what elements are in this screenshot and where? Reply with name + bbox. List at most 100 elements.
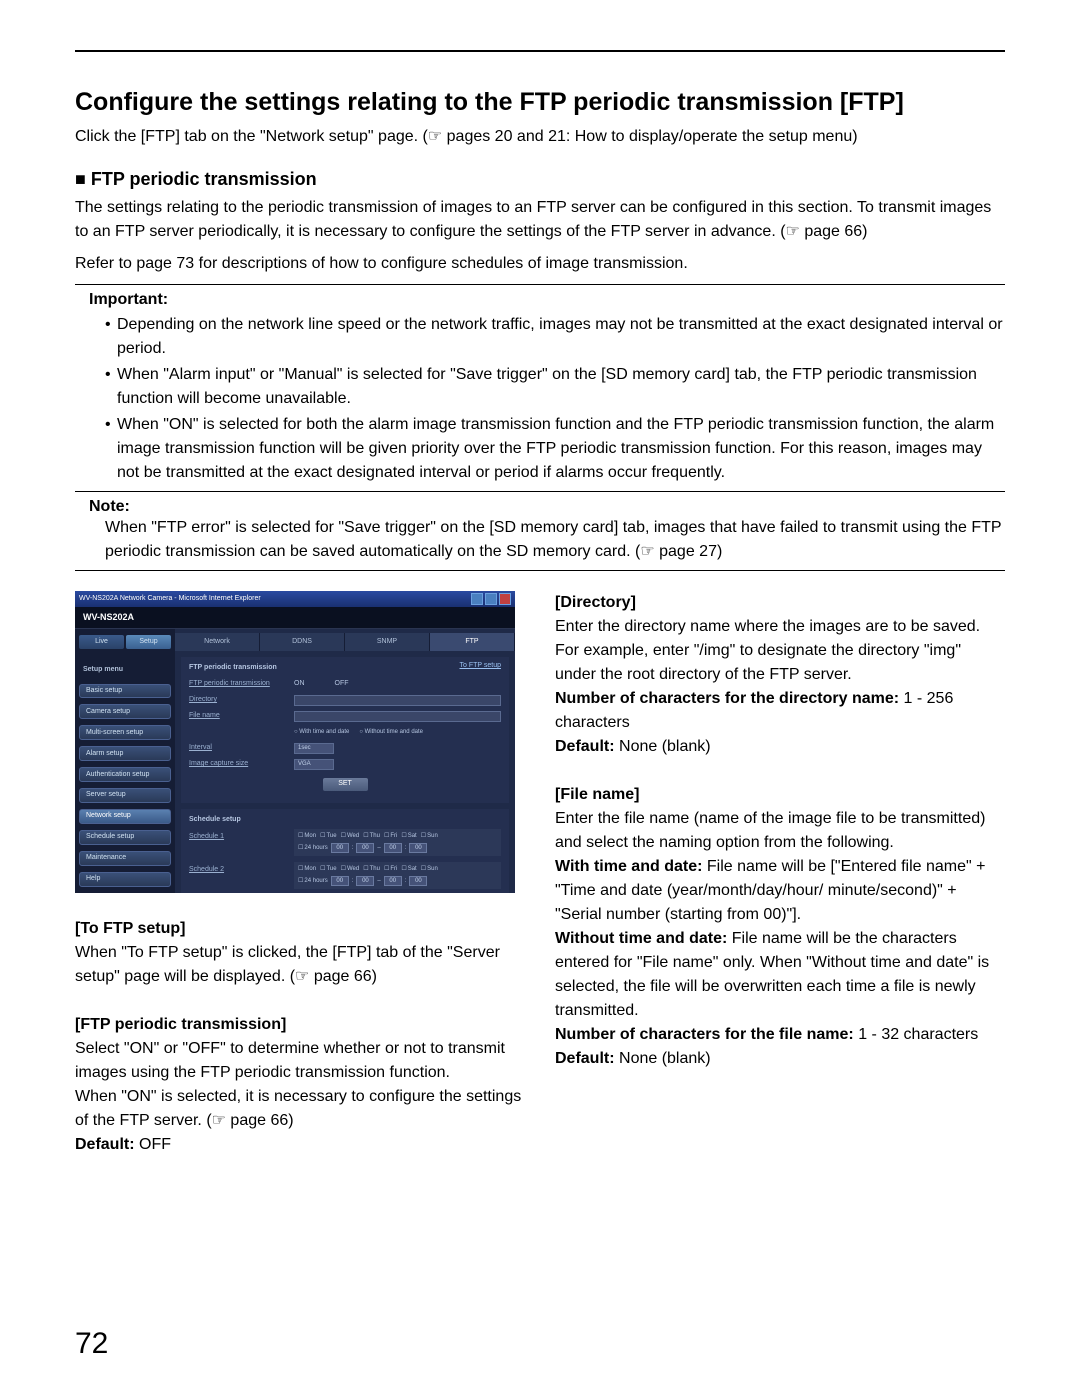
heading-ftp-periodic: [FTP periodic transmission]	[75, 1013, 525, 1037]
ss-sidebar-item[interactable]: Help	[79, 872, 171, 887]
heading-to-ftp-setup: [To FTP setup]	[75, 917, 525, 941]
ss-row-label[interactable]: Image capture size	[189, 759, 294, 770]
default-line: Default: OFF	[75, 1133, 525, 1157]
ss-radio-with-date[interactable]: With time and date	[294, 728, 349, 737]
ss-sidebar-item[interactable]: Basic setup	[79, 684, 171, 699]
ss-sidebar-item[interactable]: Multi-screen setup	[79, 725, 171, 740]
ss-time-select[interactable]: 00	[356, 876, 374, 886]
sub-title-text: FTP periodic transmission	[91, 169, 317, 189]
ss-day-checkbox[interactable]: Sat	[401, 865, 416, 874]
ss-day-checkbox[interactable]: Thu	[363, 865, 380, 874]
ss-setup-menu-label: Setup menu	[79, 663, 171, 678]
para-directory-1: Enter the directory name where the image…	[555, 615, 1005, 639]
numchars-dir-line: Number of characters for the directory n…	[555, 687, 1005, 735]
ss-day-checkbox[interactable]: Thu	[363, 832, 380, 841]
ss-time-select[interactable]: 00	[356, 843, 374, 853]
default-value: None (blank)	[615, 1050, 711, 1067]
para-filename-1: Enter the file name (name of the image f…	[555, 807, 1005, 855]
numchars-dir-label: Number of characters for the directory n…	[555, 690, 899, 707]
default-line: Default: None (blank)	[555, 735, 1005, 759]
ss-interval-select[interactable]: 1sec	[294, 743, 334, 754]
ss-to-ftp-link[interactable]: To FTP setup	[459, 661, 501, 672]
ss-filename-input[interactable]	[294, 711, 501, 722]
ss-time-select[interactable]: 00	[409, 843, 427, 853]
ss-sidebar-item[interactable]: Authentication setup	[79, 767, 171, 782]
minimize-icon[interactable]	[471, 593, 483, 605]
ss-schedule-label[interactable]: Schedule 2	[189, 862, 294, 876]
without-label: Without time and date:	[555, 930, 727, 947]
ss-row-label[interactable]: Directory	[189, 695, 294, 706]
ss-sidebar-item-active[interactable]: Network setup	[79, 809, 171, 824]
ss-tab-snmp[interactable]: SNMP	[345, 633, 430, 651]
maximize-icon[interactable]	[485, 593, 497, 605]
para-ftp-periodic-2: When "ON" is selected, it is necessary t…	[75, 1085, 525, 1133]
important-item: When "Alarm input" or "Manual" is select…	[105, 363, 1005, 411]
default-line: Default: None (blank)	[555, 1047, 1005, 1071]
ss-sidebar-item[interactable]: Maintenance	[79, 851, 171, 866]
ss-radio-on[interactable]: ON	[294, 679, 305, 690]
ss-24h-checkbox[interactable]: 24 hours	[298, 877, 328, 886]
default-value: OFF	[135, 1136, 171, 1153]
ss-sidebar-item[interactable]: Schedule setup	[79, 830, 171, 845]
ss-tab-ddns[interactable]: DDNS	[260, 633, 345, 651]
ss-directory-input[interactable]	[294, 695, 501, 706]
ss-day-checkbox[interactable]: Tue	[320, 865, 337, 874]
important-list: Depending on the network line speed or t…	[75, 313, 1005, 485]
heading-directory: [Directory]	[555, 591, 1005, 615]
ss-schedule-label[interactable]: Schedule 1	[189, 829, 294, 843]
ss-set-button[interactable]: SET	[323, 778, 368, 791]
ss-row-label[interactable]: File name	[189, 711, 294, 722]
subsection-title: ■ FTP periodic transmission	[75, 169, 1005, 190]
ss-time-select[interactable]: 00	[331, 876, 349, 886]
ss-day-checkbox[interactable]: Sun	[421, 832, 438, 841]
ss-time-select[interactable]: 00	[331, 843, 349, 853]
ss-day-checkbox[interactable]: Wed	[341, 865, 360, 874]
important-item: Depending on the network line speed or t…	[105, 313, 1005, 361]
default-value: None (blank)	[615, 738, 711, 755]
ss-header: WV-NS202A	[75, 607, 515, 629]
ss-content: Network DDNS SNMP FTP To FTP setup FTP p…	[175, 629, 515, 893]
ss-sidebar-item[interactable]: Alarm setup	[79, 746, 171, 761]
ss-radio-without-date[interactable]: Without time and date	[359, 728, 423, 737]
right-column: [Directory] Enter the directory name whe…	[555, 591, 1005, 1157]
without-time-line: Without time and date: File name will be…	[555, 927, 1005, 1023]
ss-sidebar-item[interactable]: Camera setup	[79, 704, 171, 719]
ss-day-checkbox[interactable]: Mon	[298, 832, 316, 841]
important-item: When "ON" is selected for both the alarm…	[105, 413, 1005, 485]
important-label: Important:	[75, 291, 1005, 309]
ss-live-tab[interactable]: Live	[79, 635, 124, 649]
numchars-file-value: 1 - 32 characters	[854, 1026, 979, 1043]
ss-day-checkbox[interactable]: Sat	[401, 832, 416, 841]
ss-day-checkbox[interactable]: Fri	[384, 832, 397, 841]
ss-time-select[interactable]: 00	[384, 876, 402, 886]
intro-line: Click the [FTP] tab on the "Network setu…	[75, 125, 1005, 149]
ss-time-select[interactable]: 00	[384, 843, 402, 853]
ss-titlebar: WV-NS202A Network Camera - Microsoft Int…	[75, 591, 515, 607]
heading-filename: [File name]	[555, 783, 1005, 807]
ss-tab-ftp[interactable]: FTP	[430, 633, 515, 651]
ss-window-title: WV-NS202A Network Camera - Microsoft Int…	[79, 594, 261, 605]
ss-row-label[interactable]: FTP periodic transmission	[189, 679, 294, 690]
ss-row-label[interactable]: Interval	[189, 743, 294, 754]
close-icon[interactable]	[499, 593, 511, 605]
ss-24h-checkbox[interactable]: 24 hours	[298, 844, 328, 853]
para-to-ftp-setup: When "To FTP setup" is clicked, the [FTP…	[75, 941, 525, 989]
page-number: 72	[75, 1327, 108, 1361]
divider	[75, 284, 1005, 285]
ss-radio-off[interactable]: OFF	[335, 679, 349, 690]
note-body: When "FTP error" is selected for "Save t…	[75, 516, 1005, 564]
ss-time-select[interactable]: 00	[409, 876, 427, 886]
ss-day-checkbox[interactable]: Wed	[341, 832, 360, 841]
ss-day-checkbox[interactable]: Sun	[421, 865, 438, 874]
divider	[75, 491, 1005, 492]
ss-day-checkbox[interactable]: Tue	[320, 832, 337, 841]
numchars-file-line: Number of characters for the file name: …	[555, 1023, 1005, 1047]
ss-model-label: WV-NS202A	[83, 611, 134, 625]
ss-setup-tab[interactable]: Setup	[126, 635, 171, 649]
ss-day-checkbox[interactable]: Mon	[298, 865, 316, 874]
ss-imgsize-select[interactable]: VGA	[294, 759, 334, 770]
para-ftp-periodic-1: Select "ON" or "OFF" to determine whethe…	[75, 1037, 525, 1085]
ss-day-checkbox[interactable]: Fri	[384, 865, 397, 874]
ss-sidebar-item[interactable]: Server setup	[79, 788, 171, 803]
ss-tab-network[interactable]: Network	[175, 633, 260, 651]
